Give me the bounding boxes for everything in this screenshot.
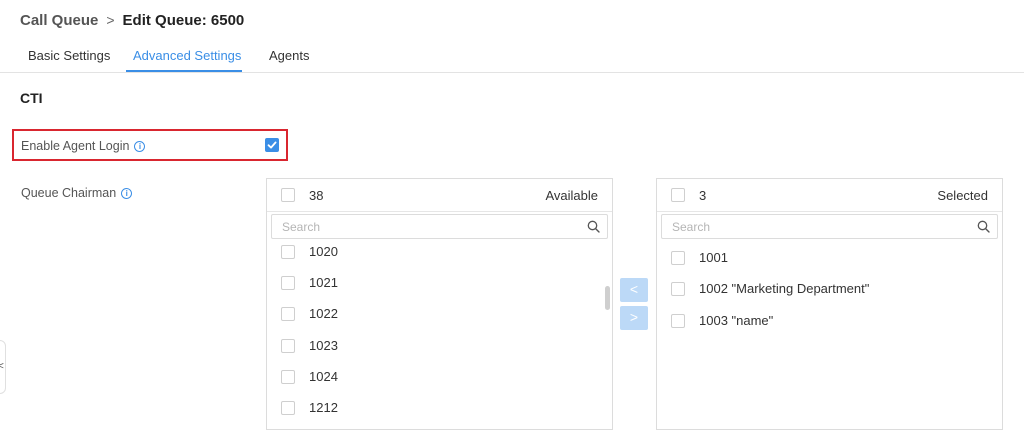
sidebar-collapse-handle[interactable]: <	[0, 340, 6, 394]
item-checkbox[interactable]	[671, 282, 685, 296]
available-count: 38	[309, 188, 324, 203]
item-checkbox[interactable]	[281, 245, 295, 259]
enable-agent-login-checkbox[interactable]	[265, 138, 279, 152]
selected-count: 3	[699, 188, 707, 203]
tab-basic-settings[interactable]: Basic Settings	[28, 48, 110, 72]
chevron-left-icon: <	[0, 361, 4, 372]
item-checkbox[interactable]	[671, 314, 685, 328]
list-item[interactable]: 1020	[267, 241, 612, 263]
tab-bar: Basic Settings Advanced Settings Agents	[0, 40, 1024, 73]
selected-search-input[interactable]	[662, 215, 997, 238]
move-left-button[interactable]: <	[620, 278, 648, 302]
available-panel-title: Available	[545, 188, 598, 203]
available-search-input[interactable]	[272, 215, 607, 238]
selected-panel: 3 Selected 1001 1002 "Marketing Departme…	[656, 178, 1003, 430]
item-label: 1023	[309, 338, 338, 353]
active-tab-indicator	[126, 70, 242, 72]
breadcrumb: Call Queue > Edit Queue: 6500	[20, 9, 244, 31]
queue-chairman-label: Queue Chairman i	[21, 186, 133, 200]
info-icon[interactable]: i	[121, 187, 133, 199]
selected-panel-header: 3 Selected	[657, 179, 1002, 212]
list-item[interactable]: 1212	[267, 397, 612, 419]
queue-chairman-text: Queue Chairman	[21, 186, 117, 200]
item-label: 1003 "name"	[699, 313, 774, 328]
enable-agent-login-text: Enable Agent Login	[21, 139, 130, 153]
list-item[interactable]: 1003 "name"	[657, 310, 1002, 332]
item-checkbox[interactable]	[671, 251, 685, 265]
available-panel-header: 38 Available	[267, 179, 612, 212]
checkmark-icon	[267, 141, 277, 149]
item-label: 1020	[309, 244, 338, 259]
info-icon[interactable]: i	[134, 140, 146, 152]
item-label: 1021	[309, 275, 338, 290]
move-right-button[interactable]: >	[620, 306, 648, 330]
list-item[interactable]: 1024	[267, 366, 612, 388]
page: Call Queue > Edit Queue: 6500 Basic Sett…	[0, 0, 1024, 448]
item-label: 1212	[309, 400, 338, 415]
selected-panel-title: Selected	[937, 188, 988, 203]
enable-agent-login-label: Enable Agent Login i	[21, 139, 146, 153]
available-panel: 38 Available 1020 1021 1022 1023	[266, 178, 613, 430]
search-icon[interactable]	[587, 220, 600, 233]
tab-agents[interactable]: Agents	[269, 48, 309, 72]
list-item[interactable]: 1001	[657, 247, 1002, 269]
page-title: Edit Queue: 6500	[122, 11, 245, 29]
item-checkbox[interactable]	[281, 401, 295, 415]
available-select-all-checkbox[interactable]	[281, 188, 295, 202]
item-label: 1024	[309, 369, 338, 384]
list-item[interactable]: 1022	[267, 303, 612, 325]
item-checkbox[interactable]	[281, 307, 295, 321]
search-icon[interactable]	[977, 220, 990, 233]
list-item[interactable]: 1002 "Marketing Department"	[657, 278, 1002, 300]
item-checkbox[interactable]	[281, 276, 295, 290]
item-checkbox[interactable]	[281, 339, 295, 353]
item-label: 1002 "Marketing Department"	[699, 281, 870, 296]
scrollbar-thumb[interactable]	[605, 286, 610, 310]
selected-select-all-checkbox[interactable]	[671, 188, 685, 202]
item-label: 1001	[699, 250, 728, 265]
section-title: CTI	[20, 90, 43, 106]
breadcrumb-separator-icon: >	[106, 12, 115, 28]
available-search	[271, 214, 608, 239]
item-label: 1022	[309, 306, 338, 321]
selected-search	[661, 214, 998, 239]
item-checkbox[interactable]	[281, 370, 295, 384]
tab-advanced-settings[interactable]: Advanced Settings	[133, 48, 241, 72]
breadcrumb-parent-link[interactable]: Call Queue	[20, 12, 98, 29]
list-item[interactable]: 1021	[267, 272, 612, 294]
list-item[interactable]: 1023	[267, 335, 612, 357]
